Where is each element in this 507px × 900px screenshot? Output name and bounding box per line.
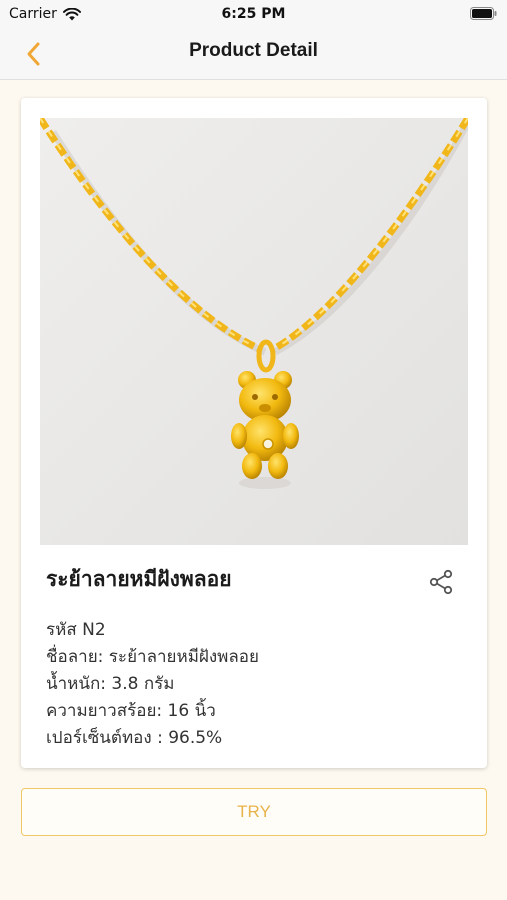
- detail-gold-percent: เปอร์เซ็นต์ทอง : 96.5%: [46, 728, 223, 748]
- product-details: รหัส N2 ชื่อลาย: ระย้าลายหมีฝังพลอย น้ำห…: [46, 617, 466, 752]
- product-name: ระย้าลายหมีฝังพลอย: [46, 567, 232, 591]
- try-button[interactable]: TRY: [21, 788, 487, 836]
- try-button-label: TRY: [237, 802, 271, 821]
- detail-chain-length: ความยาวสร้อย: 16 นิ้ว: [46, 701, 216, 721]
- detail-code: รหัส N2: [46, 620, 106, 640]
- clock: 6:25 PM: [221, 6, 286, 22]
- product-card: ระย้าลายหมีฝังพลอย รหัส N2 ชื่อลาย: ระย้…: [21, 98, 487, 768]
- detail-weight: น้ำหนัก: 3.8 กรัม: [46, 674, 175, 694]
- share-icon[interactable]: [427, 568, 455, 596]
- product-image: [40, 118, 468, 545]
- navigation-bar: Product Detail: [0, 28, 507, 80]
- battery-icon: [470, 7, 497, 20]
- status-bar: Carrier 6:25 PM: [0, 0, 507, 28]
- page-title: Product Detail: [189, 40, 318, 61]
- detail-pattern-name: ชื่อลาย: ระย้าลายหมีฝังพลอย: [46, 647, 259, 667]
